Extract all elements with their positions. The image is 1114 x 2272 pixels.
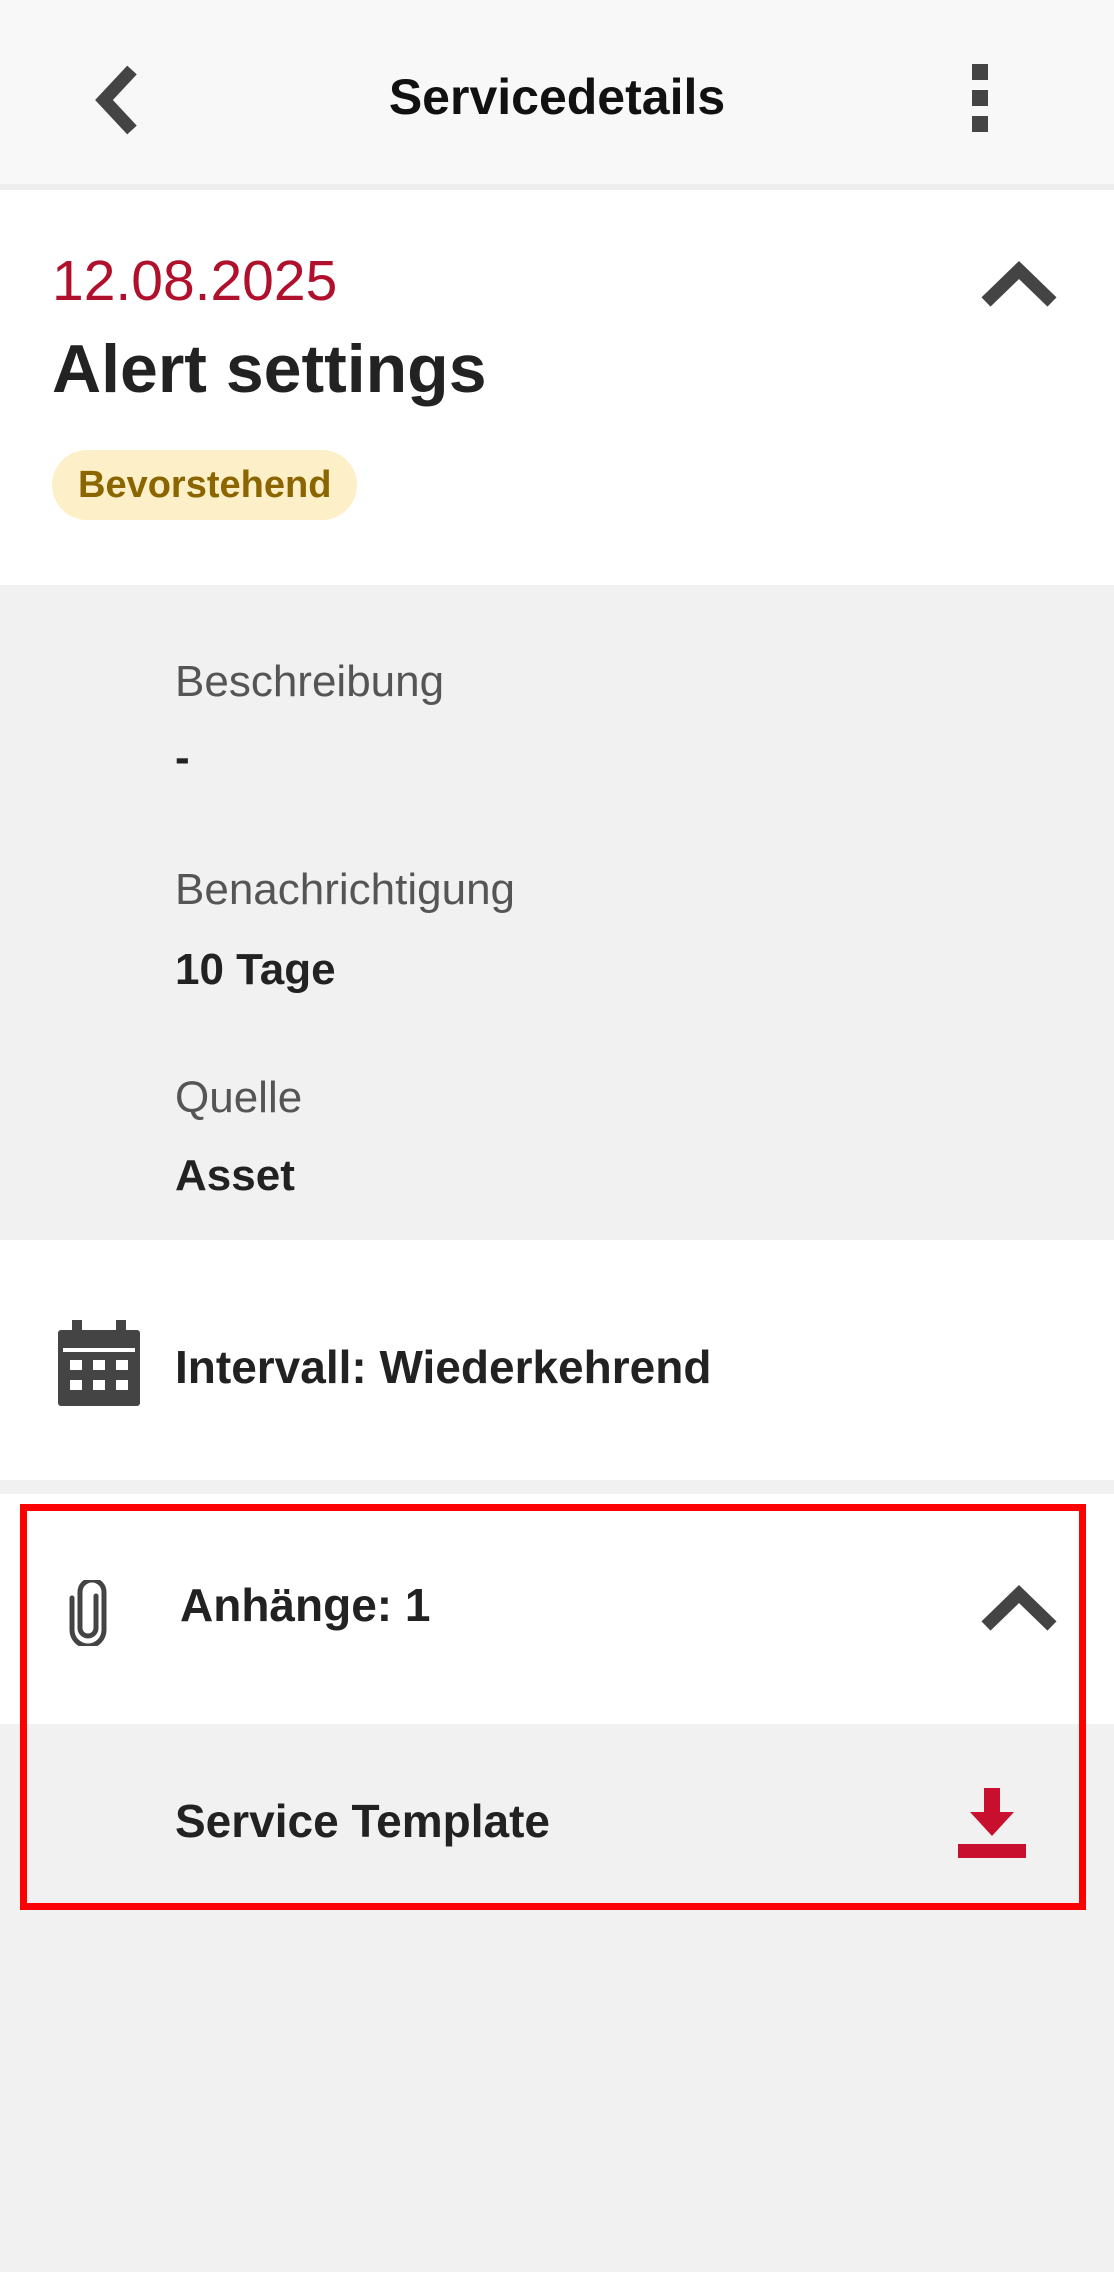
more-menu-button[interactable] — [950, 58, 1010, 138]
description-label: Beschreibung — [175, 657, 445, 706]
interval-label: Intervall: Wiederkehrend — [175, 1341, 712, 1393]
status-badge: Bevorstehend — [52, 450, 358, 520]
attachments-label: Anhänge: 1 — [180, 1579, 431, 1631]
interval-row: Intervall: Wiederkehrend — [0, 1240, 1114, 1480]
attachment-name: Service Template — [175, 1795, 551, 1847]
collapse-details-button[interactable] — [974, 250, 1064, 320]
notification-value: 10 Tage — [175, 945, 336, 994]
attachment-item[interactable]: Service Template — [0, 1724, 1114, 1910]
empty-area — [0, 1910, 1114, 2272]
collapse-attachments-button[interactable] — [974, 1574, 1064, 1644]
page-title: Servicedetails — [388, 69, 726, 125]
details-panel: Beschreibung - Benachrichtigung 10 Tage … — [0, 585, 1114, 1240]
paperclip-icon — [69, 1580, 107, 1646]
download-icon — [958, 1788, 1026, 1858]
attachments-header[interactable]: Anhänge: 1 — [0, 1494, 1114, 1724]
service-date: 12.08.2025 — [52, 249, 338, 313]
notification-label: Benachrichtigung — [175, 865, 516, 914]
app-header: Servicedetails — [0, 0, 1114, 190]
description-value: - — [175, 733, 190, 782]
more-vertical-icon — [972, 64, 988, 132]
source-label: Quelle — [175, 1073, 303, 1122]
chevron-up-icon — [981, 260, 1057, 307]
service-title: Alert settings — [52, 331, 487, 407]
chevron-up-icon — [981, 1584, 1057, 1631]
service-summary: 12.08.2025 Alert settings Bevorstehend — [0, 190, 1114, 585]
section-divider — [0, 1480, 1114, 1494]
download-button[interactable] — [954, 1786, 1030, 1862]
calendar-icon — [58, 1320, 140, 1406]
source-value: Asset — [175, 1151, 295, 1200]
